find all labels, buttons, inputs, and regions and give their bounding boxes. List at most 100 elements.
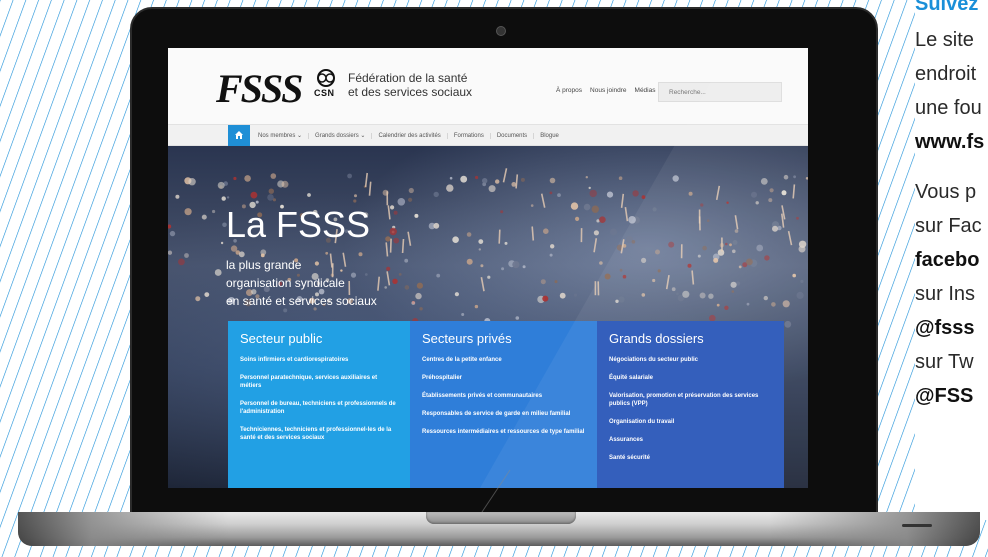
crowd-speck [325, 251, 329, 255]
raised-hand [401, 238, 405, 254]
column-title[interactable]: Secteur public [240, 331, 398, 346]
crowd-speck [760, 178, 768, 185]
crowd-speck [559, 292, 566, 299]
column-link[interactable]: Négociations du secteur public [609, 356, 772, 364]
side-text-line: endroit [915, 63, 977, 85]
crowd-speck [184, 253, 189, 258]
crowd-speck [449, 176, 453, 180]
crowd-speck [488, 185, 496, 193]
crowd-speck [515, 316, 520, 320]
raised-hand [691, 270, 695, 285]
laptop-screen: FSSS CSN Fédération de la santé et des s… [168, 48, 808, 488]
crowd-speck [390, 205, 395, 210]
column-link[interactable]: Organisation du travail [609, 418, 772, 426]
home-button[interactable] [228, 125, 250, 146]
crowd-speck [204, 292, 210, 297]
crowd-speck [433, 222, 440, 229]
column-link[interactable]: Établissements privés et communautaires [422, 392, 585, 400]
crowd-speck [398, 273, 402, 276]
raised-hand [368, 181, 372, 196]
crowd-speck [549, 191, 553, 195]
crowd-speck [543, 228, 549, 234]
nav-item-documents[interactable]: Documents [496, 133, 535, 139]
crowd-speck [557, 193, 561, 197]
side-text-line: facebo [915, 249, 980, 271]
crowd-speck [570, 202, 579, 210]
crowd-speck [731, 290, 735, 293]
crowd-speck [781, 190, 787, 196]
column-link[interactable]: Santé sécurité [609, 454, 772, 462]
side-text-line: une fou [915, 97, 982, 119]
crowd-speck [307, 193, 311, 197]
crowd-speck [738, 265, 742, 269]
column-link[interactable]: Techniciennes, techniciens et profession… [240, 426, 398, 442]
raised-hand [364, 172, 368, 188]
column-link[interactable]: Équité salariale [609, 374, 772, 382]
site-name-line1: Fédération de la santé [348, 71, 468, 85]
raised-hand [792, 184, 796, 199]
crowd-speck [783, 174, 789, 180]
crowd-speck [474, 304, 479, 309]
crowd-speck [730, 281, 737, 288]
crowd-speck [168, 250, 173, 255]
raised-hand [480, 277, 485, 292]
crowd-speck [782, 300, 790, 308]
search-input[interactable]: Recherche... [658, 82, 782, 102]
crowd-speck [475, 175, 479, 180]
link-nous-joindre[interactable]: Nous joindre [590, 87, 627, 94]
crowd-speck [201, 214, 207, 220]
column-link[interactable]: Valorisation, promotion et préservation … [609, 392, 772, 408]
link-medias[interactable]: Médias [635, 87, 656, 94]
crowd-speck [397, 198, 406, 206]
crowd-speck [522, 265, 526, 269]
crowd-speck [168, 224, 172, 229]
column-link[interactable]: Personnel paratechnique, services auxili… [240, 374, 398, 390]
crowd-speck [599, 216, 606, 223]
crowd-speck [771, 302, 776, 307]
column-link[interactable]: Ressources intermédiaires et ressources … [422, 428, 585, 436]
column-link[interactable]: Centres de la petite enfance [422, 356, 585, 364]
crowd-speck [655, 249, 660, 255]
crowd-speck [404, 258, 409, 263]
side-text-line: @fsss [915, 317, 975, 339]
column-title[interactable]: Secteurs privés [422, 331, 585, 346]
raised-hand [386, 271, 391, 286]
crowd-speck [478, 239, 484, 244]
nav-item-calendrier[interactable]: Calendrier des activités [378, 133, 448, 139]
nav-item-nos-membres[interactable]: Nos membres ⌄ [258, 133, 310, 139]
raised-hand [387, 205, 391, 220]
link-a-propos[interactable]: À propos [556, 87, 582, 94]
crowd-speck [575, 216, 580, 221]
column-grands-dossiers: Grands dossiers Négociations du secteur … [597, 321, 784, 488]
raised-hand [531, 226, 535, 241]
raised-hand [407, 231, 412, 246]
nav-item-formations[interactable]: Formations [453, 133, 491, 139]
crowd-speck [393, 237, 400, 244]
crowd-speck [699, 292, 706, 299]
nav-item-blogue[interactable]: Blogue [540, 133, 565, 139]
crowd-speck [732, 240, 738, 245]
crowd-speck [217, 181, 225, 189]
crowd-speck [354, 194, 357, 198]
laptop-opening-notch [426, 512, 576, 524]
column-link[interactable]: Soins infirmiers et cardiorespiratoires [240, 356, 398, 364]
fsss-logo[interactable]: FSSS [216, 69, 303, 109]
column-link[interactable]: Préhospitalier [422, 374, 585, 382]
crowd-speck [408, 197, 413, 202]
crowd-speck [796, 291, 804, 299]
crowd-speck [416, 282, 423, 289]
crowd-speck [591, 205, 599, 213]
column-link[interactable]: Personnel de bureau, techniciens et prof… [240, 400, 398, 416]
crowd-speck [716, 303, 720, 307]
column-title[interactable]: Grands dossiers [609, 331, 772, 346]
column-link[interactable]: Responsables de service de garde en mili… [422, 410, 585, 418]
raised-hand [593, 238, 598, 253]
crowd-speck [250, 191, 258, 199]
crowd-speck [751, 191, 757, 198]
column-link[interactable]: Assurances [609, 436, 772, 444]
crowd-speck [549, 253, 553, 257]
raised-hand [715, 185, 721, 201]
nav-item-grands-dossiers[interactable]: Grands dossiers ⌄ [315, 133, 373, 139]
crowd-speck [588, 186, 591, 190]
side-text-panel: Suivez Le site endroit une fou www.fs Vous p s… [915, 0, 988, 520]
